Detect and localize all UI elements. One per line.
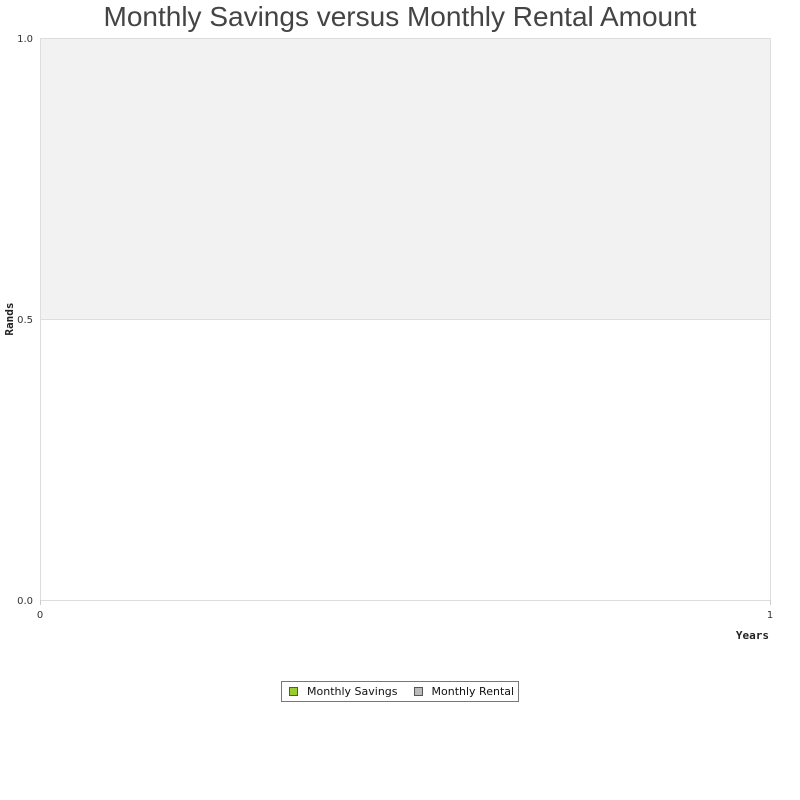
y-tick-label-1: 0.5 <box>17 315 33 326</box>
x-tick-label-0: 0 <box>37 610 43 621</box>
legend-swatch-monthly-savings <box>289 687 298 696</box>
x-axis-title: Years <box>736 629 769 642</box>
plot-band-0 <box>40 38 770 319</box>
legend-item-monthly-rental[interactable]: Monthly Rental <box>413 685 515 698</box>
y-axis-title: Rands <box>3 302 16 335</box>
legend-label-monthly-rental: Monthly Rental <box>431 685 515 698</box>
legend: Monthly Savings Monthly Rental <box>281 681 519 702</box>
legend-item-monthly-savings[interactable]: Monthly Savings <box>289 685 398 698</box>
y-tick-label-0: 0.0 <box>17 596 33 607</box>
x-tick-label-1: 1 <box>767 610 773 621</box>
chart-plot: 0.0 0.5 1.0 0 1 Rands Years <box>3 34 773 642</box>
legend-swatch-monthly-rental <box>413 687 423 696</box>
legend-label-monthly-savings: Monthly Savings <box>307 685 398 698</box>
y-tick-label-2: 1.0 <box>17 34 33 45</box>
